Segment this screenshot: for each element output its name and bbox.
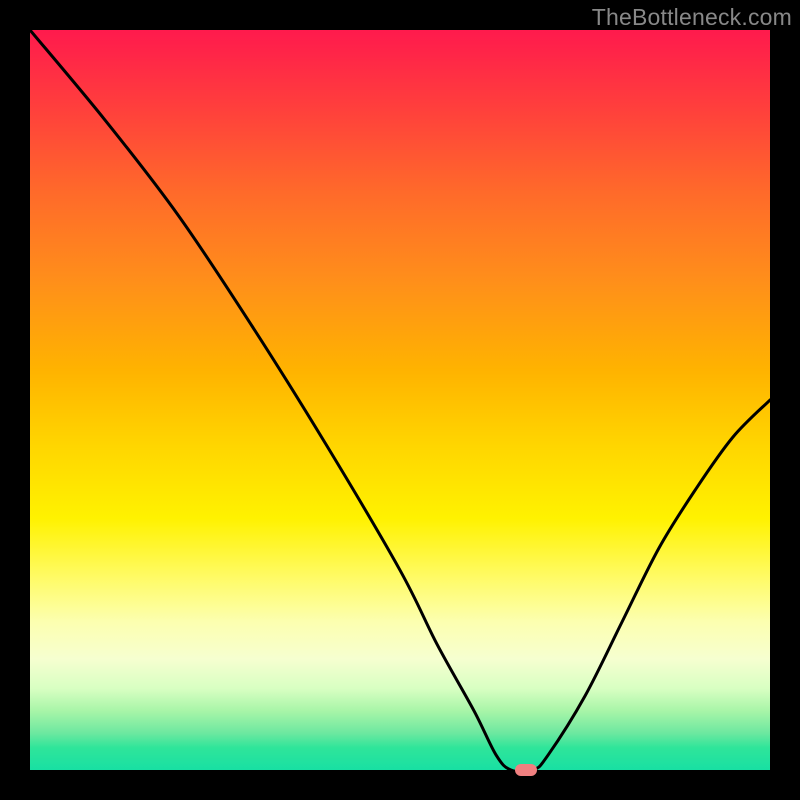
optimal-point-marker [515,764,537,776]
chart-frame: TheBottleneck.com [0,0,800,800]
bottleneck-curve [30,30,770,770]
plot-area [30,30,770,770]
watermark-text: TheBottleneck.com [592,4,792,31]
